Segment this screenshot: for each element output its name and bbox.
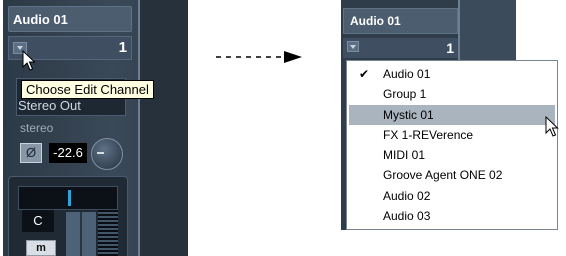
- transition-arrow-icon: [216, 51, 302, 63]
- edit-channel-menu: ✔ Audio 01 Group 1 Mystic 01 FX 1-REVere…: [346, 60, 558, 230]
- tooltip: Choose Edit Channel: [21, 80, 154, 99]
- pan-indicator: [68, 190, 71, 206]
- menu-item-audio-03[interactable]: Audio 03: [347, 206, 557, 226]
- level-meter: [98, 210, 118, 256]
- menu-item-group-1[interactable]: Group 1: [347, 84, 557, 104]
- edit-channel-dropdown-button[interactable]: [347, 41, 359, 52]
- channel-number: 1: [446, 40, 454, 56]
- menu-item-audio-02[interactable]: Audio 02: [347, 186, 557, 206]
- mute-button[interactable]: m: [26, 240, 56, 256]
- adjacent-panel: [140, 0, 188, 256]
- mouse-cursor-icon: [545, 116, 559, 137]
- panel-divider: [458, 0, 460, 60]
- menu-item-fx-1-reverence[interactable]: FX 1-REVerence: [347, 125, 557, 145]
- channel-number-row: 1: [343, 38, 458, 58]
- checkmark-icon: ✔: [359, 67, 370, 81]
- pan-value: C: [22, 210, 54, 232]
- menu-item-audio-01[interactable]: ✔ Audio 01: [347, 64, 557, 84]
- channel-strip-after: Audio 01 1 ✔ Audio 01 Group 1 Mystic 01 …: [341, 0, 566, 256]
- channel-name-field[interactable]: Audio 01: [343, 8, 458, 34]
- input-gain-value[interactable]: -22.6: [49, 143, 87, 163]
- channel-config-label: stereo: [20, 121, 54, 135]
- menu-item-groove-agent-one-02[interactable]: Groove Agent ONE 02: [347, 165, 557, 185]
- channel-name-field[interactable]: Audio 01: [8, 6, 132, 32]
- mouse-cursor-icon: [22, 50, 36, 71]
- phase-invert-button[interactable]: Ø: [20, 143, 42, 163]
- menu-item-mystic-01[interactable]: Mystic 01: [349, 104, 555, 125]
- output-routing-label: Stereo Out: [18, 98, 81, 113]
- input-gain-knob[interactable]: [91, 138, 123, 170]
- menu-item-midi-01[interactable]: MIDI 01: [347, 145, 557, 165]
- channel-strip-before: Audio 01 1 Stereo Out stereo Ø -22.6 C m…: [0, 0, 190, 256]
- volume-fader[interactable]: [66, 212, 96, 256]
- channel-number: 1: [118, 39, 127, 56]
